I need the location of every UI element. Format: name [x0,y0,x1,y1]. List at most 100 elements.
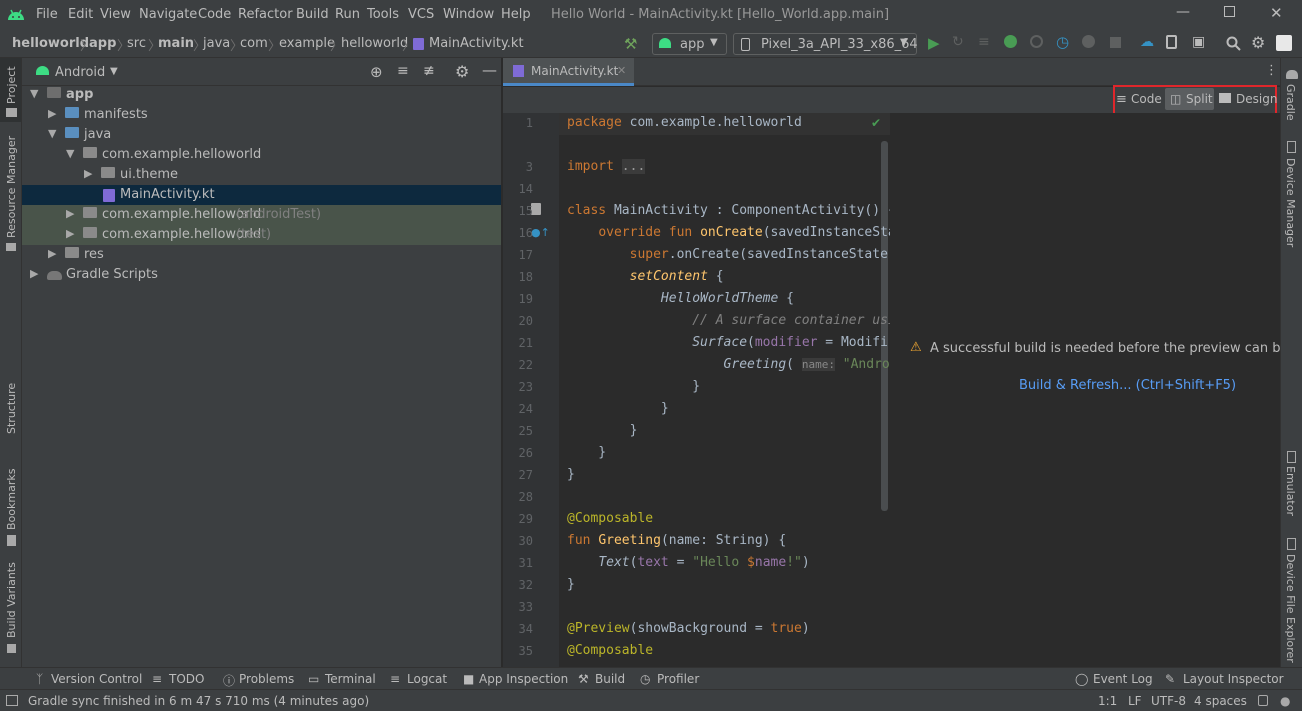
code-line[interactable]: Text(text = "Hello $name!") [567,555,890,577]
collapse-all-icon[interactable]: ≢ [423,63,435,79]
tab-gradle[interactable]: Gradle [1284,84,1297,121]
code-line[interactable] [567,181,890,203]
tab-terminal[interactable]: Terminal [325,672,376,686]
debug-disabled-icon[interactable] [1082,35,1095,48]
more-options-icon[interactable]: ⋮ [1265,63,1278,78]
code-mode-button[interactable]: Code [1131,92,1162,106]
menu-edit[interactable]: Edit [68,7,93,22]
menu-help[interactable]: Help [501,7,531,22]
code-line[interactable]: } [567,379,890,401]
gear-icon[interactable]: ⚙ [1251,33,1265,52]
tab-bookmarks[interactable]: Bookmarks [5,469,18,530]
tree-item-package[interactable]: ▼ com.example.helloworld [22,145,501,165]
chevron-right-icon[interactable]: ▶ [48,247,56,260]
tab-resource-manager[interactable]: Resource Manager [5,136,18,238]
lock-icon[interactable] [1258,695,1268,706]
code-line[interactable] [567,599,890,621]
project-view-mode[interactable]: Android [55,65,105,80]
menu-navigate[interactable]: Navigate [139,7,197,22]
code-panel[interactable]: ✔ ●↑ 1 3 14 15 16 17 18 19 20 21 22 23 24 25 26 27 28 29 3… [503,113,890,667]
tab-device-manager[interactable]: Device Manager [1284,158,1297,247]
tree-item-manifests[interactable]: ▶ manifests [22,105,501,125]
attach-debugger-icon[interactable] [1030,35,1043,48]
stop-icon[interactable] [1110,37,1121,48]
gear-icon[interactable]: ⚙ [455,62,469,81]
hide-panel-icon[interactable]: — [482,61,497,79]
code-line[interactable]: } [567,577,890,599]
code-line[interactable]: @Preview(showBackground = true) [567,621,890,643]
locate-icon[interactable]: ⊕ [370,63,383,81]
chevron-right-icon[interactable]: ▶ [66,227,74,240]
close-icon[interactable]: ✕ [1270,4,1283,22]
code-line[interactable]: import ... [567,159,890,181]
code-line[interactable]: // A surface container usi [567,313,890,335]
expand-all-icon[interactable]: ≡ [397,63,409,79]
device-select[interactable]: Pixel_3a_API_33_x86_64 ▼ [733,33,918,55]
breadcrumb-app[interactable]: app [89,36,116,51]
code-line[interactable]: @Composable [567,511,890,533]
rerun-icon[interactable]: ↻ [952,34,964,50]
build-refresh-link[interactable]: Build & Refresh... (Ctrl+Shift+F5) [1019,378,1236,393]
menu-refactor[interactable]: Refactor [238,7,293,22]
chevron-down-icon[interactable]: ▼ [66,147,74,160]
split-mode-button[interactable]: ◫ Split [1165,88,1214,110]
tab-app-inspection[interactable]: App Inspection [479,672,568,686]
breadcrumb-helloworld[interactable]: helloworld [12,36,89,51]
code-line[interactable]: } [567,445,890,467]
chevron-right-icon[interactable]: ▶ [84,167,92,180]
chevron-right-icon[interactable]: ▶ [30,267,38,280]
line-separator[interactable]: LF [1128,694,1142,708]
code-line[interactable]: setContent { [567,269,890,291]
code-line[interactable]: Surface(modifier = Modifi [567,335,890,357]
code-line[interactable]: super.onCreate(savedInstanceState [567,247,890,269]
tab-structure[interactable]: Structure [5,383,18,434]
menu-file[interactable]: File [36,7,58,22]
breadcrumb-example[interactable]: example [279,36,335,51]
tab-device-file-explorer[interactable]: Device File Explorer [1284,554,1297,663]
code-line[interactable]: override fun onCreate(savedInstanceState [567,225,890,247]
design-mode-button[interactable]: Design [1236,92,1277,106]
tab-logcat[interactable]: Logcat [407,672,447,686]
tab-version-control[interactable]: Version Control [51,672,142,686]
tab-project[interactable]: Project [5,66,18,104]
code-line[interactable]: @Composable [567,643,890,665]
menu-vcs[interactable]: VCS [408,7,434,22]
tree-item-ui-theme[interactable]: ▶ ui.theme [22,165,501,185]
search-icon[interactable] [1226,36,1241,51]
tree-item-app[interactable]: ▼ app [22,85,501,105]
tab-todo[interactable]: TODO [169,672,204,686]
tool-window-toggle-icon[interactable] [6,695,18,706]
avatar[interactable] [1276,35,1292,51]
tab-layout-inspector[interactable]: Layout Inspector [1183,672,1284,686]
tab-mainactivity[interactable]: MainActivity.kt ✕ [503,58,634,86]
debug-icon[interactable] [1004,35,1017,48]
tab-build-variants[interactable]: Build Variants [5,562,18,638]
close-tab-icon[interactable]: ✕ [617,64,626,77]
menu-run[interactable]: Run [335,7,360,22]
code-line[interactable]: } [567,467,890,489]
breadcrumb-file[interactable]: MainActivity.kt [429,36,524,51]
tree-item-package-android-test[interactable]: ▶ com.example.helloworld (androidTest) [22,205,501,225]
code-line[interactable]: } [567,423,890,445]
tab-build[interactable]: Build [595,672,625,686]
notifications-icon[interactable]: ● [1280,694,1290,708]
override-gutter-icon[interactable]: ●↑ [531,226,550,239]
tab-event-log[interactable]: Event Log [1093,672,1153,686]
breadcrumb-src[interactable]: src [127,36,146,51]
code-line[interactable]: class MainActivity : ComponentActivity()… [567,203,890,225]
file-encoding[interactable]: UTF-8 [1151,694,1186,708]
breadcrumb-com[interactable]: com [240,36,268,51]
chevron-right-icon[interactable]: ▶ [48,107,56,120]
code-line[interactable]: package com.example.helloworld [567,115,890,137]
menu-tools[interactable]: Tools [367,7,399,22]
caret-position[interactable]: 1:1 [1098,694,1117,708]
tree-item-java[interactable]: ▼ java [22,125,501,145]
menu-window[interactable]: Window [443,7,494,22]
sync-gradle-icon[interactable]: ☁ [1140,34,1154,50]
run-config-select[interactable]: app ▼ [652,33,727,55]
hammer-icon[interactable]: ⚒ [624,35,637,53]
breadcrumb-helloworld-pkg[interactable]: helloworld [341,36,408,51]
code-line[interactable] [567,489,890,511]
tab-profiler[interactable]: Profiler [657,672,699,686]
tree-item-res[interactable]: ▶ res [22,245,501,265]
